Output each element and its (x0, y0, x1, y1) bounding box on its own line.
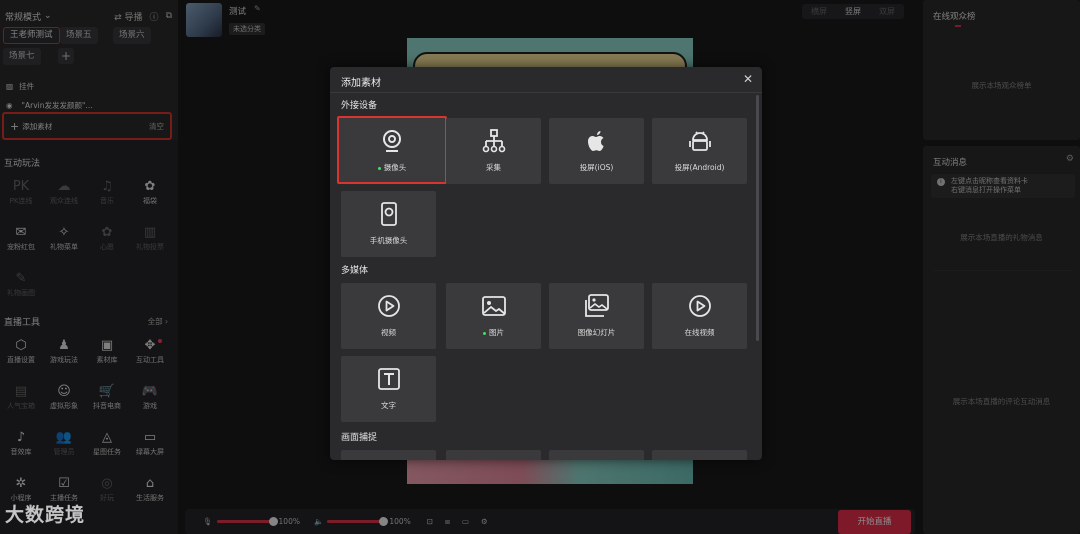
tile-label: 在线视频 (652, 327, 747, 338)
tile-label: 摄像头 (339, 162, 445, 173)
tile-label: 图像幻灯片 (549, 327, 644, 338)
group-title: 画面捕捉 (341, 433, 378, 443)
close-icon[interactable]: ✕ (743, 72, 753, 86)
phone-camera-icon (341, 201, 436, 227)
image-icon (446, 293, 541, 319)
tile-label: 文字 (341, 400, 436, 411)
material-tile-partial[interactable] (549, 450, 644, 460)
material-tile[interactable]: 图片 (446, 283, 541, 349)
play-icon (652, 293, 747, 319)
slideshow-icon (549, 293, 644, 319)
apple-icon (549, 128, 644, 154)
material-tile[interactable]: 在线视频 (652, 283, 747, 349)
material-tile-partial[interactable] (446, 450, 541, 460)
tile-label: 采集 (446, 162, 541, 173)
tile-label-text: 投屏(Android) (674, 163, 725, 172)
tile-label-text: 在线视频 (684, 328, 715, 337)
material-tile-partial[interactable] (652, 450, 747, 460)
tile-label: 投屏(Android) (652, 162, 747, 173)
add-material-dialog: 添加素材 ✕ 外接设备摄像头 采集 投屏(iOS) 投屏(Android) 手机摄像头多… (330, 67, 762, 460)
tile-label-text: 视频 (381, 328, 396, 337)
tile-label: 手机摄像头 (341, 235, 436, 246)
tile-label-text: 图像幻灯片 (577, 328, 616, 337)
divider (330, 92, 762, 93)
tile-label-text: 图片 (489, 328, 504, 337)
material-tile-partial[interactable] (341, 450, 436, 460)
watermark: 大数跨境 (5, 504, 86, 526)
material-tile[interactable]: 视频 (341, 283, 436, 349)
material-tile[interactable]: 文字 (341, 356, 436, 422)
tile-label-text: 摄像头 (383, 163, 407, 172)
play-icon (341, 293, 436, 319)
material-tile[interactable]: 投屏(iOS) (549, 118, 644, 184)
material-tile[interactable]: 图像幻灯片 (549, 283, 644, 349)
tile-label-text: 文字 (381, 401, 396, 410)
tile-label: 投屏(iOS) (549, 162, 644, 173)
android-icon (652, 128, 747, 154)
material-tile[interactable]: 摄像头 (337, 116, 447, 184)
text-icon (341, 366, 436, 392)
camera-icon (339, 128, 445, 154)
tile-label-text: 投屏(iOS) (579, 163, 614, 172)
tile-label-text: 采集 (486, 163, 501, 172)
tile-label-text: 手机摄像头 (369, 236, 408, 245)
capture-icon (446, 128, 541, 154)
status-dot (483, 331, 486, 335)
tile-label: 图片 (446, 327, 541, 338)
dialog-scrollbar[interactable] (756, 95, 759, 341)
dialog-title: 添加素材 (341, 78, 381, 89)
material-tile[interactable]: 采集 (446, 118, 541, 184)
group-title: 多媒体 (341, 266, 369, 276)
tile-label: 视频 (341, 327, 436, 338)
status-dot (377, 166, 381, 170)
material-tile[interactable]: 手机摄像头 (341, 191, 436, 257)
app-window: 常规模式 ⌄ ⇄ 导播 ⓘ ⧉ 王老师测试 场景五 场景六 场景七 + ▨ 挂件 ◉… (0, 0, 1080, 534)
group-title: 外接设备 (341, 101, 378, 111)
material-tile[interactable]: 投屏(Android) (652, 118, 747, 184)
